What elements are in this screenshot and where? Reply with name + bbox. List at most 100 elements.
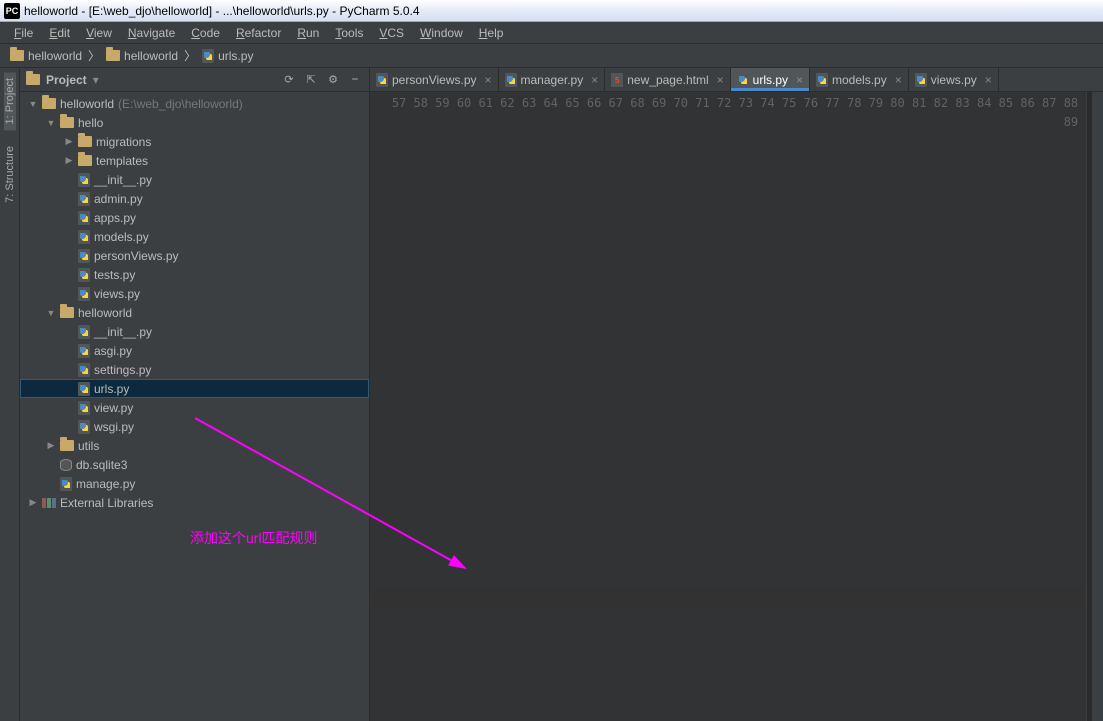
editor-tabs: personViews.py×manager.py×new_page.html×… bbox=[370, 68, 1103, 92]
menu-navigate[interactable]: Navigate bbox=[120, 24, 183, 42]
close-icon[interactable]: × bbox=[796, 73, 803, 87]
pyfile-icon bbox=[78, 192, 90, 206]
pyfile-icon bbox=[78, 420, 90, 434]
menubar: FileEditViewNavigateCodeRefactorRunTools… bbox=[0, 22, 1103, 44]
pyfile-icon bbox=[915, 73, 927, 87]
pyfile-icon bbox=[78, 249, 90, 263]
tree-node-views-py[interactable]: ▶views.py bbox=[20, 284, 369, 303]
main-split: 1: Project 7: Structure Project ▾ ⟳ ⇱ ⚙ ⎯… bbox=[0, 68, 1103, 721]
folder-icon bbox=[60, 307, 74, 318]
close-icon[interactable]: × bbox=[717, 73, 724, 87]
autoscroll-icon[interactable]: ⟳ bbox=[281, 72, 297, 88]
tree-node-view-py[interactable]: ▶view.py bbox=[20, 398, 369, 417]
tree-node-tests-py[interactable]: ▶tests.py bbox=[20, 265, 369, 284]
window-title: helloworld - [E:\web_djo\helloworld] - .… bbox=[24, 4, 420, 18]
pyfile-icon bbox=[78, 363, 90, 377]
close-icon[interactable]: × bbox=[485, 73, 492, 87]
menu-run[interactable]: Run bbox=[289, 24, 327, 42]
tree-node-__init__-py[interactable]: ▶__init__.py bbox=[20, 170, 369, 189]
tree-node-External-Libraries[interactable]: ▶External Libraries bbox=[20, 493, 369, 512]
tree-node-wsgi-py[interactable]: ▶wsgi.py bbox=[20, 417, 369, 436]
menu-refactor[interactable]: Refactor bbox=[228, 24, 289, 42]
project-tree[interactable]: ▼helloworld (E:\web_djo\helloworld)▼hell… bbox=[20, 92, 369, 721]
lib-icon bbox=[42, 498, 56, 508]
tree-node-models-py[interactable]: ▶models.py bbox=[20, 227, 369, 246]
toolwindow-7structure[interactable]: 7: Structure bbox=[4, 140, 16, 209]
menu-vcs[interactable]: VCS bbox=[371, 24, 412, 42]
chevron-down-icon[interactable]: ▼ bbox=[46, 308, 56, 318]
chevron-right-icon[interactable]: ▶ bbox=[64, 136, 74, 147]
pyfile-icon bbox=[376, 73, 388, 87]
menu-file[interactable]: File bbox=[6, 24, 41, 42]
tree-node-templates[interactable]: ▶templates bbox=[20, 151, 369, 170]
pyfile-icon bbox=[78, 325, 90, 339]
pyfile-icon bbox=[78, 211, 90, 225]
tree-node-settings-py[interactable]: ▶settings.py bbox=[20, 360, 369, 379]
tree-node-helloworld[interactable]: ▼helloworld bbox=[20, 303, 369, 322]
code-editor[interactable]: # 匹配 【archive/2020/11.html】 path("archiv… bbox=[1087, 92, 1091, 721]
tree-node-urls-py[interactable]: ▶urls.py bbox=[20, 379, 369, 398]
tab-urls-py[interactable]: urls.py× bbox=[731, 68, 810, 91]
code-wrap: 57 58 59 60 61 62 63 64 65 66 67 68 69 7… bbox=[370, 92, 1103, 721]
tree-node-db-sqlite3[interactable]: ▶db.sqlite3 bbox=[20, 455, 369, 474]
tab-manager-py[interactable]: manager.py× bbox=[499, 68, 606, 91]
window-titlebar: PC helloworld - [E:\web_djo\helloworld] … bbox=[0, 0, 1103, 22]
tab-new_page-html[interactable]: new_page.html× bbox=[605, 68, 730, 91]
tree-node-asgi-py[interactable]: ▶asgi.py bbox=[20, 341, 369, 360]
folder-icon bbox=[60, 117, 74, 128]
tree-node-utils[interactable]: ▶utils bbox=[20, 436, 369, 455]
tree-node-helloworld[interactable]: ▼helloworld (E:\web_djo\helloworld) bbox=[20, 94, 369, 113]
tree-node-apps-py[interactable]: ▶apps.py bbox=[20, 208, 369, 227]
pycharm-icon: PC bbox=[4, 3, 20, 19]
toolwindow-1project[interactable]: 1: Project bbox=[4, 72, 16, 130]
collapse-all-icon[interactable]: ⇱ bbox=[303, 72, 319, 88]
pyfile-icon bbox=[60, 477, 72, 491]
html-icon bbox=[611, 73, 623, 87]
folder-icon bbox=[106, 50, 120, 61]
crumb-helloworld[interactable]: helloworld bbox=[102, 47, 182, 65]
editor-area: personViews.py×manager.py×new_page.html×… bbox=[370, 68, 1103, 721]
menu-tools[interactable]: Tools bbox=[327, 24, 371, 42]
breadcrumb: helloworld〉helloworld〉urls.py bbox=[0, 44, 1103, 68]
chevron-down-icon[interactable]: ▼ bbox=[28, 99, 38, 109]
pyfile-icon bbox=[78, 173, 90, 187]
folder-icon bbox=[60, 440, 74, 451]
scroll-strip[interactable] bbox=[1091, 92, 1103, 721]
tree-node-hello[interactable]: ▼hello bbox=[20, 113, 369, 132]
crumb-helloworld[interactable]: helloworld bbox=[6, 47, 86, 65]
tab-personViews-py[interactable]: personViews.py× bbox=[370, 68, 499, 91]
menu-edit[interactable]: Edit bbox=[41, 24, 78, 42]
tree-node-migrations[interactable]: ▶migrations bbox=[20, 132, 369, 151]
pyfile-icon bbox=[78, 268, 90, 282]
tree-node-admin-py[interactable]: ▶admin.py bbox=[20, 189, 369, 208]
left-tool-strip: 1: Project 7: Structure bbox=[0, 68, 20, 721]
project-panel-title: Project bbox=[46, 73, 87, 87]
menu-window[interactable]: Window bbox=[412, 24, 471, 42]
tab-views-py[interactable]: views.py× bbox=[909, 68, 999, 91]
folder-icon bbox=[78, 155, 92, 166]
pyfile-icon bbox=[505, 73, 517, 87]
menu-help[interactable]: Help bbox=[471, 24, 512, 42]
pyfile-icon bbox=[78, 401, 90, 415]
chevron-right-icon[interactable]: ▶ bbox=[64, 155, 74, 166]
close-icon[interactable]: × bbox=[985, 73, 992, 87]
chevron-right-icon[interactable]: ▶ bbox=[46, 440, 56, 451]
pyfile-icon bbox=[78, 230, 90, 244]
folder-icon bbox=[10, 50, 24, 61]
hide-icon[interactable]: ⎯ bbox=[347, 72, 363, 88]
folder-icon bbox=[42, 98, 56, 109]
close-icon[interactable]: × bbox=[591, 73, 598, 87]
tree-node-__init__-py[interactable]: ▶__init__.py bbox=[20, 322, 369, 341]
chevron-down-icon[interactable]: ▼ bbox=[46, 118, 56, 128]
gutter: 57 58 59 60 61 62 63 64 65 66 67 68 69 7… bbox=[370, 92, 1087, 721]
tab-models-py[interactable]: models.py× bbox=[810, 68, 909, 91]
menu-code[interactable]: Code bbox=[183, 24, 228, 42]
gear-icon[interactable]: ⚙ bbox=[325, 72, 341, 88]
close-icon[interactable]: × bbox=[895, 73, 902, 87]
chevron-right-icon[interactable]: ▶ bbox=[28, 497, 38, 508]
project-panel-header: Project ▾ ⟳ ⇱ ⚙ ⎯ bbox=[20, 68, 369, 92]
menu-view[interactable]: View bbox=[78, 24, 120, 42]
crumb-urls-py[interactable]: urls.py bbox=[198, 47, 257, 65]
tree-node-personViews-py[interactable]: ▶personViews.py bbox=[20, 246, 369, 265]
tree-node-manage-py[interactable]: ▶manage.py bbox=[20, 474, 369, 493]
